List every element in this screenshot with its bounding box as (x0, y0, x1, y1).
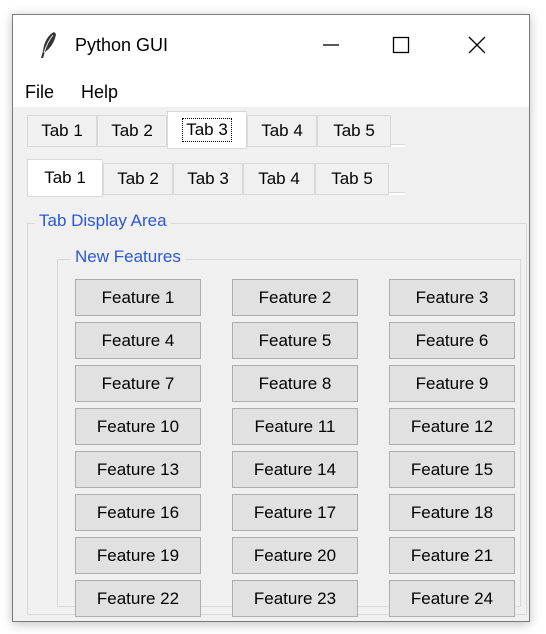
title-bar[interactable]: Python GUI (13, 15, 529, 75)
close-icon (468, 36, 486, 54)
window-title: Python GUI (75, 35, 169, 55)
feature-button-24[interactable]: Feature 24 (389, 580, 515, 617)
tab-bottom-4[interactable]: Tab 4 (243, 163, 315, 195)
menu-help[interactable]: Help (77, 82, 122, 103)
feature-button-grid: Feature 1 Feature 2 Feature 3 Feature 4 … (75, 279, 515, 617)
app-window: Python GUI File Help Tab 1 Tab 2 Tab 3 T… (12, 14, 530, 622)
tab-label: Tab 1 (41, 121, 83, 140)
tab-bottom-1[interactable]: Tab 1 (27, 159, 103, 197)
tab-label: Tab 5 (333, 121, 375, 140)
feature-button-17[interactable]: Feature 17 (232, 494, 358, 531)
feature-button-10[interactable]: Feature 10 (75, 408, 201, 445)
tab-label: Tab 3 (187, 169, 229, 188)
feature-button-19[interactable]: Feature 19 (75, 537, 201, 574)
feature-button-22[interactable]: Feature 22 (75, 580, 201, 617)
tab-label: Tab 4 (261, 121, 303, 140)
feature-button-1[interactable]: Feature 1 (75, 279, 201, 316)
feather-icon (41, 32, 56, 58)
feature-button-2[interactable]: Feature 2 (232, 279, 358, 316)
tab-strip-top: Tab 1 Tab 2 Tab 3 Tab 4 Tab 5 (27, 111, 405, 149)
feature-button-15[interactable]: Feature 15 (389, 451, 515, 488)
feature-button-13[interactable]: Feature 13 (75, 451, 201, 488)
tab-top-4[interactable]: Tab 4 (247, 115, 317, 147)
tab-bottom-5[interactable]: Tab 5 (315, 163, 389, 195)
tab-top-5[interactable]: Tab 5 (317, 115, 391, 147)
tab-bottom-2[interactable]: Tab 2 (103, 163, 173, 195)
tab-label: Tab 5 (331, 169, 373, 188)
feature-button-6[interactable]: Feature 6 (389, 322, 515, 359)
tab-bottom-3[interactable]: Tab 3 (173, 163, 243, 195)
feature-button-5[interactable]: Feature 5 (232, 322, 358, 359)
tab-top-3[interactable]: Tab 3 (167, 111, 247, 149)
maximize-icon (392, 36, 410, 54)
feature-button-16[interactable]: Feature 16 (75, 494, 201, 531)
new-features-label: New Features (71, 247, 185, 267)
minimize-icon (323, 44, 339, 46)
feature-button-8[interactable]: Feature 8 (232, 365, 358, 402)
feature-button-4[interactable]: Feature 4 (75, 322, 201, 359)
feature-button-7[interactable]: Feature 7 (75, 365, 201, 402)
tab-strip-bottom: Tab 1 Tab 2 Tab 3 Tab 4 Tab 5 (27, 159, 405, 197)
tab-label: Tab 3 (182, 118, 232, 142)
menu-file[interactable]: File (21, 82, 58, 103)
feature-button-11[interactable]: Feature 11 (232, 408, 358, 445)
feature-button-9[interactable]: Feature 9 (389, 365, 515, 402)
tab-top-2[interactable]: Tab 2 (97, 115, 167, 147)
tab-label: Tab 2 (117, 169, 159, 188)
feature-button-20[interactable]: Feature 20 (232, 537, 358, 574)
feature-button-18[interactable]: Feature 18 (389, 494, 515, 531)
minimize-button[interactable] (299, 15, 363, 75)
tab-label: Tab 2 (111, 121, 153, 140)
feature-button-21[interactable]: Feature 21 (389, 537, 515, 574)
tab-label: Tab 1 (44, 168, 86, 187)
tab-top-1[interactable]: Tab 1 (27, 115, 97, 147)
feature-button-14[interactable]: Feature 14 (232, 451, 358, 488)
tab-label: Tab 4 (258, 169, 300, 188)
maximize-button[interactable] (369, 15, 433, 75)
feature-button-12[interactable]: Feature 12 (389, 408, 515, 445)
menu-bar: File Help (13, 75, 529, 107)
feature-button-23[interactable]: Feature 23 (232, 580, 358, 617)
feature-button-3[interactable]: Feature 3 (389, 279, 515, 316)
tab-display-label: Tab Display Area (35, 211, 171, 231)
close-button[interactable] (445, 15, 509, 75)
tab-display-area: Tab Display Area New Features Feature 1 … (27, 211, 527, 617)
